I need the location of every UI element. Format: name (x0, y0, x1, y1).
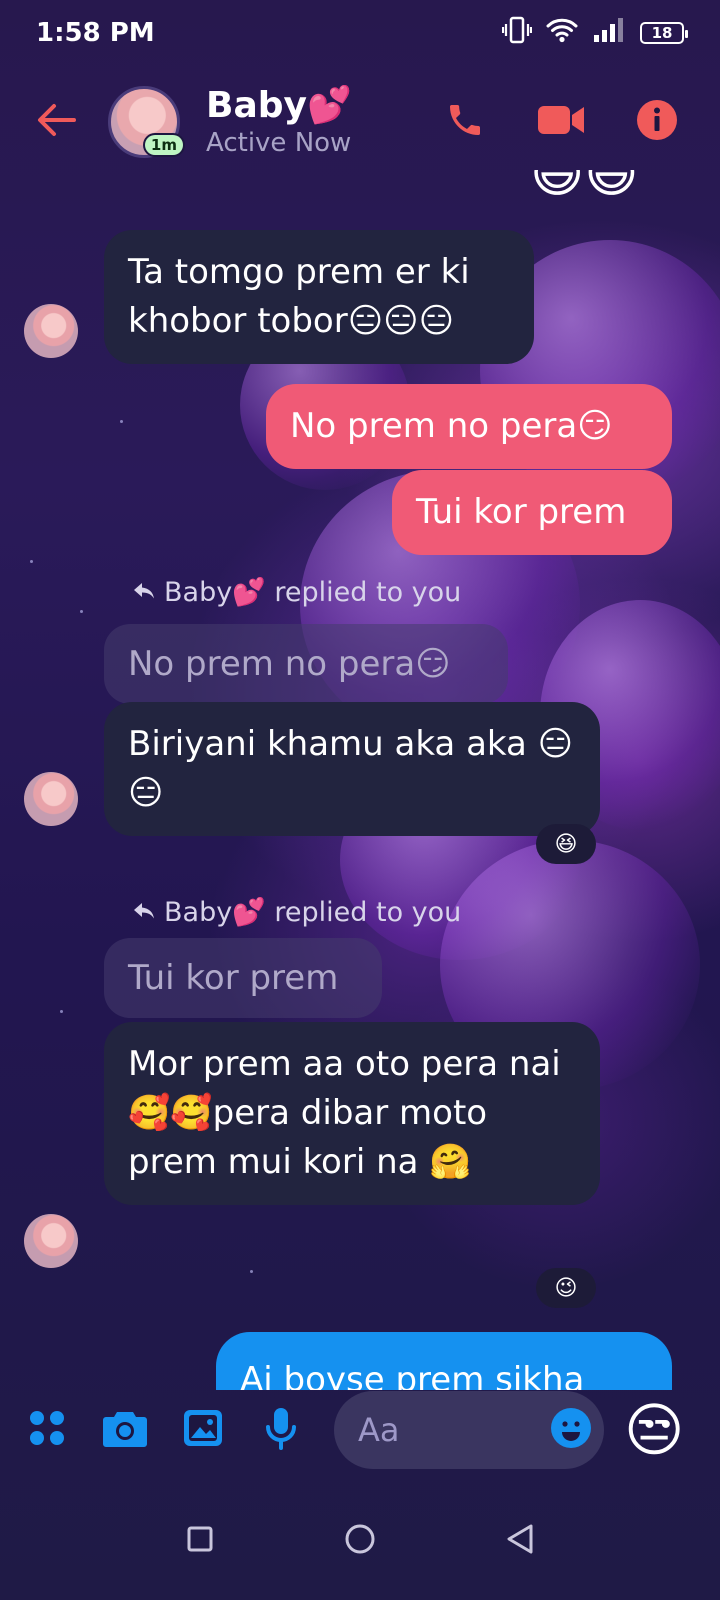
status-icons: 18 (501, 16, 688, 51)
system-nav-bar (0, 1482, 720, 1600)
apps-icon (27, 1408, 67, 1452)
phone-icon (445, 100, 485, 144)
arrow-left-icon (36, 102, 76, 142)
message-input[interactable] (358, 1411, 550, 1449)
gallery-icon (182, 1408, 224, 1452)
header-actions (440, 97, 682, 147)
apps-button[interactable] (18, 1401, 76, 1459)
contact-avatar[interactable]: 1m (108, 86, 185, 158)
home-icon (344, 1523, 376, 1559)
message-composer: 😒 (0, 1378, 720, 1482)
sender-avatar[interactable] (24, 1214, 78, 1268)
message-reaction[interactable]: 😆 (536, 824, 596, 864)
outgoing-message[interactable]: No prem no pera😏 (266, 384, 672, 469)
message-input-box[interactable] (334, 1391, 604, 1469)
contact-info[interactable]: Baby💕 Active Now (206, 85, 440, 159)
video-call-button[interactable] (536, 97, 586, 147)
reply-label-text: Baby💕 replied to you (164, 897, 462, 928)
status-bar: 1:58 PM 18 (0, 0, 720, 66)
info-icon (636, 99, 678, 145)
emoji-picker-icon[interactable] (550, 1407, 592, 1453)
back-button[interactable] (24, 90, 88, 154)
back-icon (505, 1523, 535, 1559)
battery-icon: 18 (640, 22, 688, 44)
chat-header: 1m Baby💕 Active Now (0, 66, 720, 178)
message-list[interactable]: 😄😄 Ta tomgo prem er ki khobor tobor😑😑😑 N… (0, 170, 720, 1390)
quoted-message[interactable]: No prem no pera😏 (104, 624, 508, 704)
message-reaction[interactable]: 😉 (536, 1268, 596, 1308)
wifi-icon (546, 17, 578, 50)
camera-button[interactable] (96, 1401, 154, 1459)
vibrate-icon (501, 16, 533, 51)
signal-icon (592, 17, 626, 50)
incoming-message[interactable]: Biriyani khamu aka aka 😑😑 (104, 702, 600, 836)
active-time-badge: 1m (142, 133, 185, 157)
info-button[interactable] (632, 97, 682, 147)
video-icon (537, 103, 585, 141)
voice-call-button[interactable] (440, 97, 490, 147)
mic-icon (264, 1406, 298, 1454)
quick-reaction-button[interactable]: 😒 (624, 1401, 684, 1459)
sender-avatar[interactable] (24, 772, 78, 826)
reply-icon (132, 577, 156, 608)
reply-indicator: Baby💕 replied to you (132, 896, 461, 928)
nav-back-button[interactable] (490, 1511, 550, 1571)
reply-label-text: Baby💕 replied to you (164, 577, 462, 608)
recents-button[interactable] (170, 1511, 230, 1571)
outgoing-message[interactable]: Tui kor prem (392, 470, 672, 555)
camera-icon (102, 1408, 148, 1452)
reply-indicator: Baby💕 replied to you (132, 576, 461, 608)
status-time: 1:58 PM (36, 18, 155, 48)
recents-icon (186, 1525, 214, 1557)
incoming-message[interactable]: Mor prem aa oto pera nai 🥰🥰pera dibar mo… (104, 1022, 600, 1205)
incoming-message[interactable]: Ta tomgo prem er ki khobor tobor😑😑😑 (104, 230, 534, 364)
active-status: Active Now (206, 128, 352, 158)
contact-name: Baby💕 (206, 85, 352, 126)
reply-icon (132, 897, 156, 928)
home-button[interactable] (330, 1511, 390, 1571)
gallery-button[interactable] (174, 1401, 232, 1459)
voice-button[interactable] (252, 1401, 310, 1459)
quoted-message[interactable]: Tui kor prem (104, 938, 382, 1018)
sender-avatar[interactable] (24, 304, 78, 358)
